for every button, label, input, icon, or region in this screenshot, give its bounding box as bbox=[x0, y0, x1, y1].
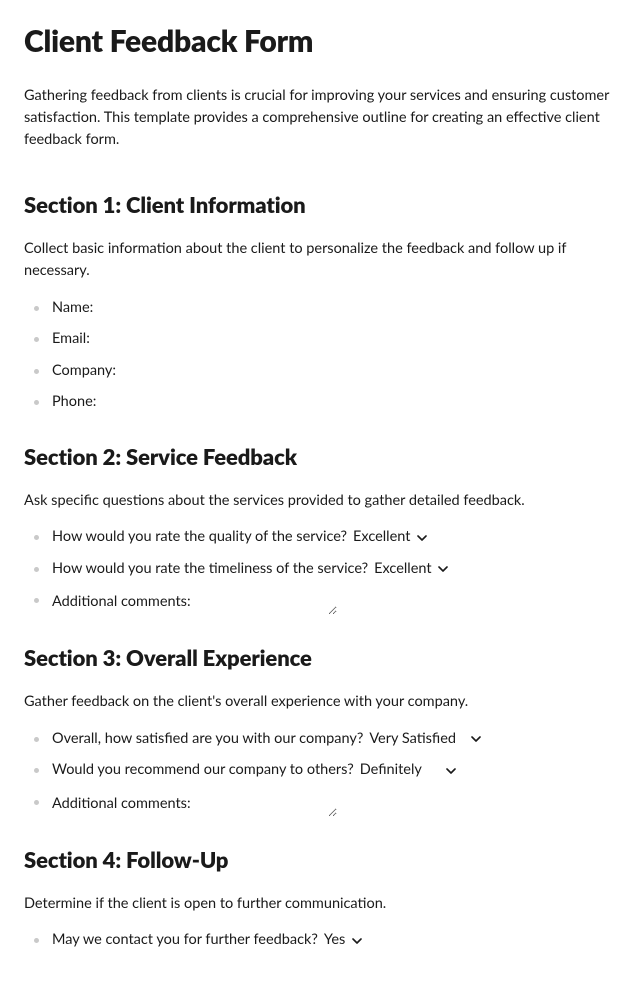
question-recommend: Would you recommend our company to other… bbox=[52, 759, 354, 781]
contact-select[interactable]: Yes bbox=[322, 929, 364, 951]
phone-field[interactable] bbox=[100, 391, 260, 413]
list-item: Additional comments: bbox=[32, 589, 616, 615]
list-item: Name: bbox=[32, 297, 616, 319]
company-field[interactable] bbox=[120, 360, 280, 382]
section-3-heading: Section 3: Overall Experience bbox=[24, 641, 616, 675]
list-item: How would you rate the quality of the se… bbox=[32, 526, 616, 548]
list-item: Overall, how satisfied are you with our … bbox=[32, 728, 616, 750]
list-item: May we contact you for further feedback?… bbox=[32, 929, 616, 951]
question-timeliness: How would you rate the timeliness of the… bbox=[52, 558, 368, 580]
email-field[interactable] bbox=[94, 328, 254, 350]
page-title: Client Feedback Form bbox=[24, 18, 616, 65]
recommend-select[interactable]: Definitely bbox=[358, 759, 458, 781]
section-2-desc: Ask specific questions about the service… bbox=[24, 490, 616, 512]
list-item: Company: bbox=[32, 360, 616, 382]
comments-label: Additional comments: bbox=[52, 793, 191, 815]
field-label-name: Name: bbox=[52, 297, 93, 319]
section-4-list: May we contact you for further feedback?… bbox=[24, 929, 616, 951]
section-1-desc: Collect basic information about the clie… bbox=[24, 238, 616, 283]
timeliness-select[interactable]: Excellent bbox=[372, 558, 450, 580]
intro-text: Gathering feedback from clients is cruci… bbox=[24, 85, 616, 152]
section-1-list: Name: Email: Company: Phone: bbox=[24, 297, 616, 414]
quality-select[interactable]: Excellent bbox=[351, 526, 429, 548]
comments-textarea[interactable] bbox=[197, 791, 337, 817]
section-2-heading: Section 2: Service Feedback bbox=[24, 440, 616, 474]
comments-label: Additional comments: bbox=[52, 591, 191, 613]
field-label-company: Company: bbox=[52, 360, 116, 382]
list-item: How would you rate the timeliness of the… bbox=[32, 558, 616, 580]
section-2-list: How would you rate the quality of the se… bbox=[24, 526, 616, 615]
question-quality: How would you rate the quality of the se… bbox=[52, 526, 347, 548]
section-1-heading: Section 1: Client Information bbox=[24, 188, 616, 222]
comments-textarea[interactable] bbox=[197, 589, 337, 615]
section-3-desc: Gather feedback on the client's overall … bbox=[24, 691, 616, 713]
list-item: Would you recommend our company to other… bbox=[32, 759, 616, 781]
satisfied-select[interactable]: Very Satisfied bbox=[367, 728, 483, 750]
list-item: Additional comments: bbox=[32, 791, 616, 817]
field-label-phone: Phone: bbox=[52, 391, 96, 413]
field-label-email: Email: bbox=[52, 328, 90, 350]
list-item: Email: bbox=[32, 328, 616, 350]
name-field[interactable] bbox=[97, 297, 257, 319]
section-4-desc: Determine if the client is open to furth… bbox=[24, 893, 616, 915]
section-4-heading: Section 4: Follow-Up bbox=[24, 843, 616, 877]
question-satisfied: Overall, how satisfied are you with our … bbox=[52, 728, 363, 750]
section-3-list: Overall, how satisfied are you with our … bbox=[24, 728, 616, 817]
list-item: Phone: bbox=[32, 391, 616, 413]
question-contact: May we contact you for further feedback? bbox=[52, 929, 318, 951]
